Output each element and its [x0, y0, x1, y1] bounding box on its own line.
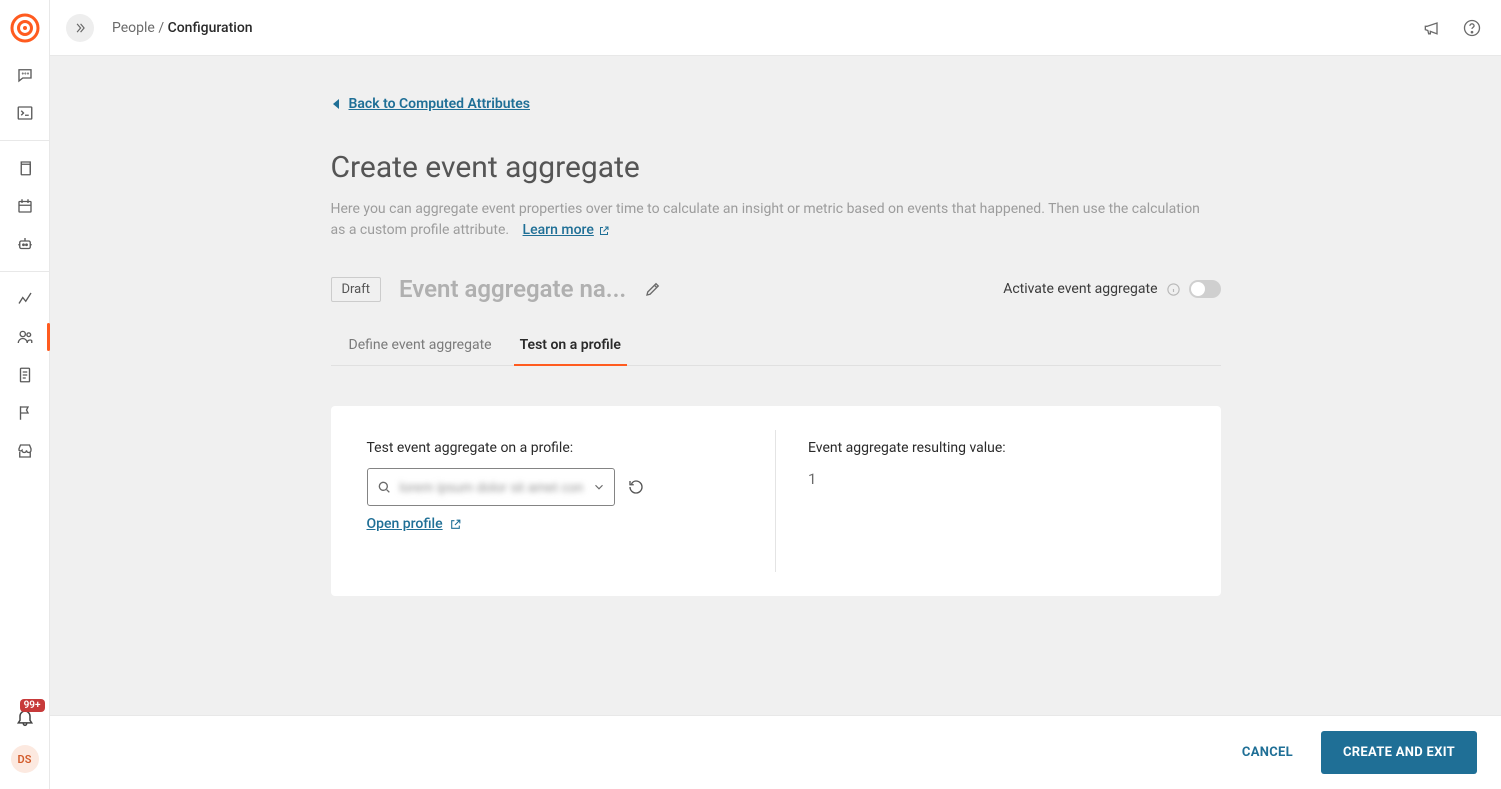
tab-test[interactable]: Test on a profile	[520, 327, 621, 365]
help-icon[interactable]	[1459, 15, 1485, 41]
external-link-icon	[449, 518, 462, 531]
info-icon[interactable]	[1166, 282, 1181, 297]
chevron-right-double-icon	[73, 21, 87, 35]
test-input-label: Test event aggregate on a profile:	[367, 440, 744, 456]
activate-label: Activate event aggregate	[1003, 281, 1157, 297]
nav-analytics-icon[interactable]	[0, 280, 50, 318]
breadcrumb-parent[interactable]: People	[112, 20, 155, 36]
profile-search-input[interactable]	[400, 480, 584, 495]
sidebar: 99+ DS	[0, 0, 50, 789]
edit-name-button[interactable]	[644, 280, 662, 298]
notifications-button[interactable]: 99+	[15, 707, 35, 727]
topbar: People / Configuration	[50, 0, 1501, 56]
cancel-button[interactable]: CANCEL	[1242, 745, 1293, 760]
tab-define[interactable]: Define event aggregate	[349, 327, 492, 365]
page-title: Create event aggregate	[331, 150, 1221, 185]
nav-chat-icon[interactable]	[0, 56, 50, 94]
chevron-down-icon	[592, 480, 606, 494]
nav-people-icon[interactable]	[0, 318, 50, 356]
notification-badge: 99+	[20, 699, 45, 712]
nav-flag-icon[interactable]	[0, 394, 50, 432]
pencil-icon	[644, 280, 662, 298]
breadcrumb: People / Configuration	[112, 20, 253, 36]
tabs: Define event aggregate Test on a profile	[331, 327, 1221, 366]
aggregate-name: Event aggregate na...	[399, 275, 626, 303]
refresh-icon	[627, 478, 645, 496]
nav-terminal-icon[interactable]	[0, 94, 50, 132]
brand-logo[interactable]	[0, 0, 49, 56]
sidebar-toggle-button[interactable]	[66, 14, 94, 42]
nav-bot-icon[interactable]	[0, 225, 50, 263]
breadcrumb-current: Configuration	[168, 20, 253, 36]
back-link[interactable]: Back to Computed Attributes	[331, 96, 530, 112]
nav-store-icon[interactable]	[0, 432, 50, 470]
footer-bar: CANCEL CREATE AND EXIT	[50, 715, 1501, 789]
chevron-left-icon	[331, 98, 341, 110]
nav-document-icon[interactable]	[0, 356, 50, 394]
profile-search[interactable]	[367, 468, 615, 506]
external-link-icon	[598, 225, 610, 237]
nav-calendar-icon[interactable]	[0, 187, 50, 225]
announce-icon[interactable]	[1419, 15, 1445, 41]
open-profile-link[interactable]: Open profile	[367, 516, 462, 532]
test-card: Test event aggregate on a profile: Open …	[331, 406, 1221, 596]
refresh-button[interactable]	[627, 478, 645, 496]
create-and-exit-button[interactable]: CREATE AND EXIT	[1321, 731, 1477, 774]
page-description: Here you can aggregate event properties …	[331, 199, 1211, 241]
learn-more-link[interactable]: Learn more	[523, 220, 610, 241]
activate-toggle[interactable]	[1189, 280, 1221, 298]
avatar[interactable]: DS	[11, 745, 39, 773]
nav-copy-icon[interactable]	[0, 149, 50, 187]
status-badge: Draft	[331, 277, 382, 302]
result-value: 1	[808, 470, 1185, 488]
search-icon	[376, 479, 392, 495]
main-area: Back to Computed Attributes Create event…	[50, 56, 1501, 715]
result-label: Event aggregate resulting value:	[808, 440, 1185, 456]
